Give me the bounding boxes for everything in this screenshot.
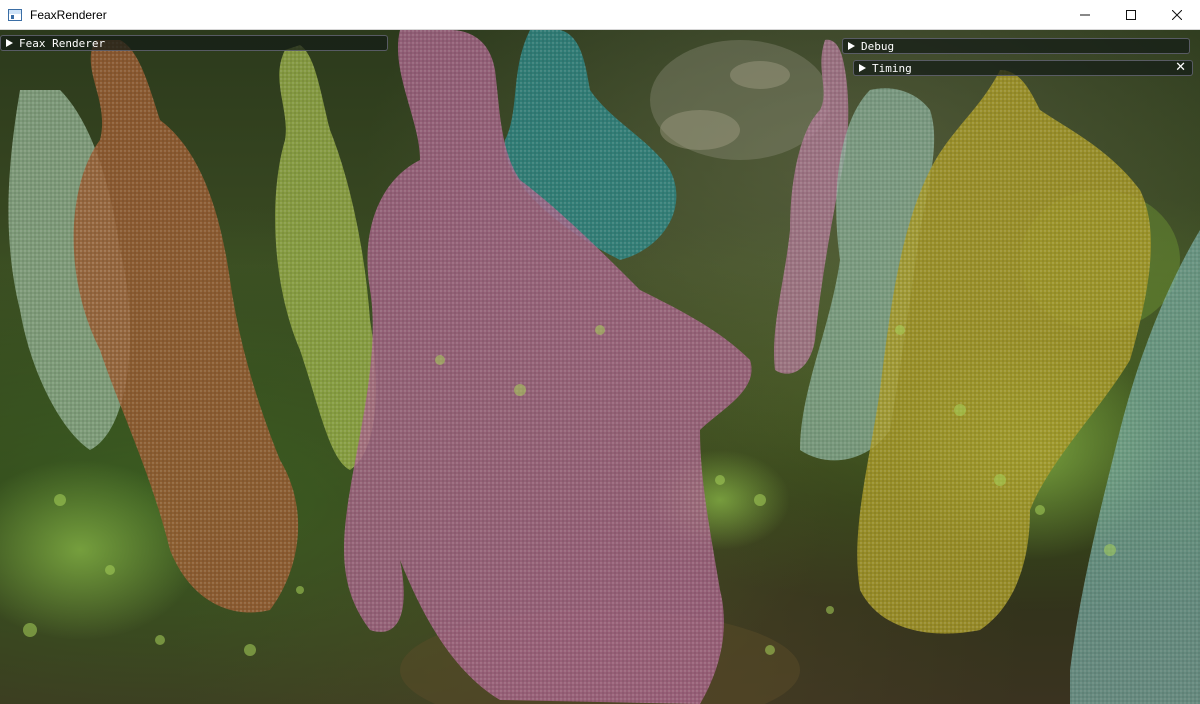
collapse-triangle-icon[interactable]	[859, 64, 866, 72]
app-icon	[8, 8, 22, 21]
timing-panel-title: Timing	[872, 61, 912, 75]
minimize-button[interactable]	[1062, 0, 1108, 30]
figure-lime	[275, 45, 376, 470]
maximize-button[interactable]	[1108, 0, 1154, 30]
timing-close-icon[interactable]: ✕	[1175, 61, 1186, 75]
close-icon	[1172, 10, 1182, 20]
render-viewport[interactable]: Feax Renderer Debug Timing ✕	[0, 30, 1200, 704]
feax-renderer-panel-title: Feax Renderer	[19, 36, 106, 50]
collapse-triangle-icon[interactable]	[848, 42, 855, 50]
debug-panel-title: Debug	[861, 39, 895, 53]
feax-renderer-panel[interactable]: Feax Renderer	[0, 35, 388, 51]
rendered-scene	[0, 30, 1200, 704]
window-controls	[1062, 0, 1200, 30]
collapse-triangle-icon[interactable]	[6, 39, 13, 47]
window-title: FeaxRenderer	[30, 7, 107, 22]
timing-panel[interactable]: Timing ✕	[853, 60, 1193, 76]
debug-panel[interactable]: Debug	[842, 38, 1190, 54]
close-button[interactable]	[1154, 0, 1200, 30]
app-window: FeaxRenderer Feax Renderer Debug Timing …	[0, 0, 1200, 704]
title-bar[interactable]: FeaxRenderer	[0, 0, 1200, 30]
maximize-icon	[1126, 10, 1136, 20]
minimize-icon	[1080, 14, 1090, 16]
